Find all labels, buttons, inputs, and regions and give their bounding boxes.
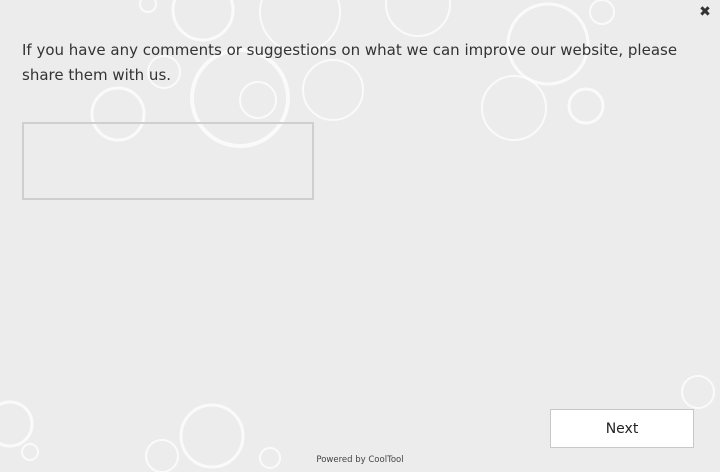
bubble bbox=[139, 0, 157, 13]
bubble bbox=[589, 0, 615, 25]
survey-dialog: ✖ If you have any comments or suggestion… bbox=[0, 0, 720, 472]
bubble bbox=[385, 0, 451, 37]
question-text: If you have any comments or suggestions … bbox=[22, 41, 678, 84]
bubble bbox=[681, 375, 715, 409]
comment-input[interactable] bbox=[22, 122, 314, 200]
close-icon[interactable]: ✖ bbox=[698, 5, 712, 19]
bubble bbox=[0, 400, 34, 448]
bubble bbox=[567, 87, 605, 125]
powered-by-footer: Powered by CoolTool bbox=[316, 455, 404, 465]
next-button[interactable]: Next bbox=[550, 409, 694, 448]
bubble bbox=[171, 0, 235, 42]
